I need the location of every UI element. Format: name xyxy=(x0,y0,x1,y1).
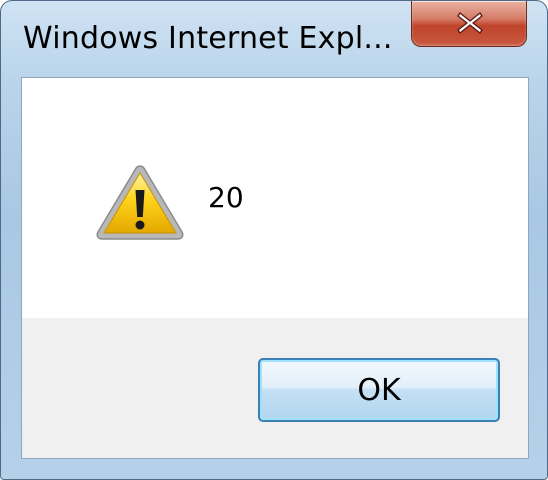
dialog-body: 20 OK xyxy=(21,77,529,459)
dialog-window: Windows Internet Expl... 20 OK xyxy=(0,0,548,480)
close-button[interactable] xyxy=(411,1,527,47)
warning-triangle-icon xyxy=(96,165,184,240)
message-text: 20 xyxy=(208,181,244,214)
title-bar[interactable]: Windows Internet Expl... xyxy=(1,1,547,77)
window-title: Windows Internet Expl... xyxy=(23,21,393,56)
ok-button[interactable]: OK xyxy=(258,358,500,422)
close-x-icon xyxy=(457,12,483,34)
message-area: 20 xyxy=(22,78,528,318)
